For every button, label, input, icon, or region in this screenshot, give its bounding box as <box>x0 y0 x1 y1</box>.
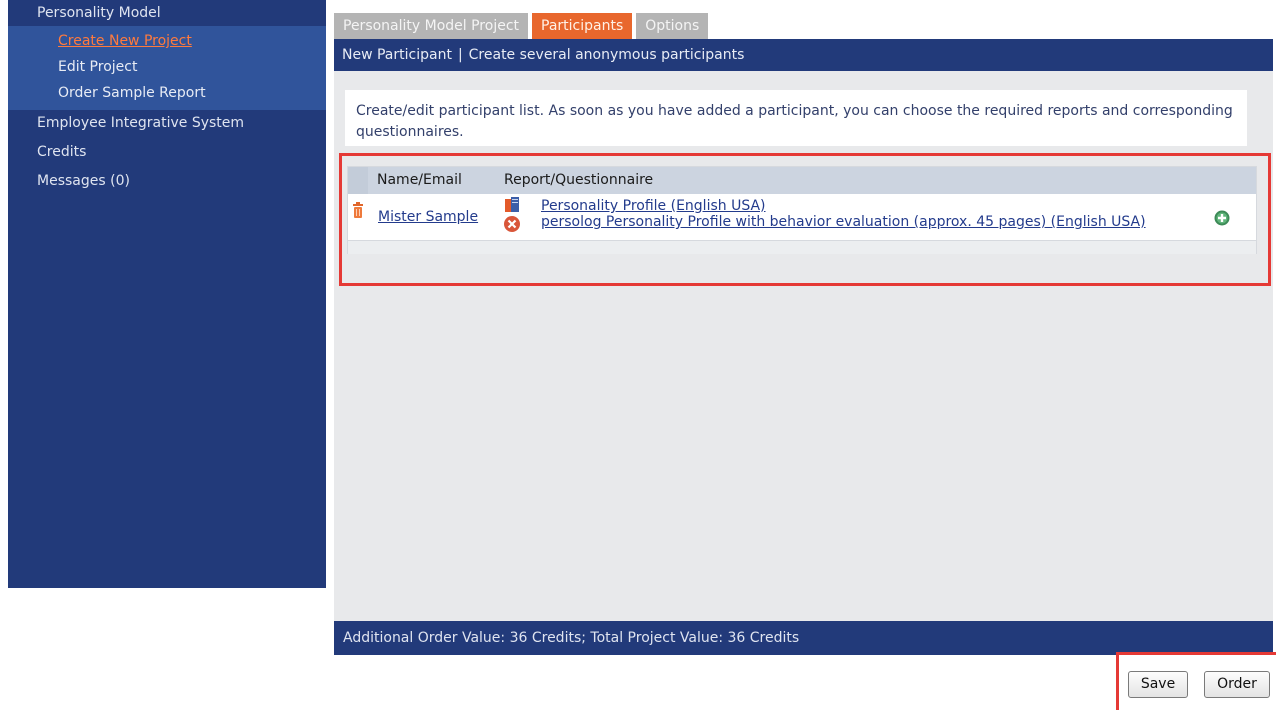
sidebar-item-label: Employee Integrative System <box>37 115 245 131</box>
participant-name-link[interactable]: Mister Sample <box>378 209 478 225</box>
new-participant-link[interactable]: New Participant <box>342 47 452 63</box>
tab-personality-model-project[interactable]: Personality Model Project <box>334 13 529 39</box>
participant-actions-bar: New Participant | Create several anonymous… <box>334 39 1273 71</box>
table-header: Name/Email Report/Questionnaire <box>348 167 1256 194</box>
sidebar-item-credits[interactable]: Credits <box>8 139 326 168</box>
report-link-persolog-profile[interactable]: persolog Personality Profile with behavi… <box>541 214 1146 230</box>
order-button[interactable]: Order <box>1204 671 1270 698</box>
sidebar-subgroup: Create New Project Edit Project Order Sa… <box>8 26 326 110</box>
sidebar-item-label: Personality Model <box>37 5 161 21</box>
tab-bar: Personality Model Project Participants O… <box>334 13 709 39</box>
report-link-personality-profile[interactable]: Personality Profile (English USA) <box>541 198 766 214</box>
sidebar-item-order-sample-report[interactable]: Order Sample Report <box>8 80 326 106</box>
save-button[interactable]: Save <box>1128 671 1188 698</box>
report-book-icon <box>505 197 519 212</box>
sidebar-item-label: Edit Project <box>58 59 138 75</box>
participants-content: New Participant | Create several anonymous… <box>334 39 1273 621</box>
sidebar-item-label: Order Sample Report <box>58 85 206 101</box>
sidebar-item-personality-model[interactable]: Personality Model <box>8 0 326 26</box>
separator: | <box>457 47 463 63</box>
table-footer-row <box>348 240 1256 254</box>
sidebar: Personality Model Create New Project Edi… <box>8 0 326 588</box>
sidebar-item-messages[interactable]: Messages (0) <box>8 168 326 197</box>
main-panel: Personality Model Project Participants O… <box>334 0 1273 710</box>
sidebar-item-create-new-project[interactable]: Create New Project <box>8 28 326 54</box>
table-header-spacer <box>348 167 368 194</box>
questionnaire-remove-icon[interactable] <box>503 215 521 233</box>
participants-table: Name/Email Report/Questionnaire Mister S… <box>347 166 1257 254</box>
trash-icon[interactable] <box>352 202 364 218</box>
add-report-icon[interactable] <box>1214 210 1230 226</box>
tab-options[interactable]: Options <box>636 13 709 39</box>
sidebar-item-edit-project[interactable]: Edit Project <box>8 54 326 80</box>
column-header-name-email: Name/Email <box>377 172 462 188</box>
table-row: Mister Sample Personality Profile (Engli… <box>348 194 1256 240</box>
sidebar-item-label: Messages (0) <box>37 173 130 189</box>
order-summary: Additional Order Value: 36 Credits; Tota… <box>334 621 1273 655</box>
info-text: Create/edit participant list. As soon as… <box>345 90 1247 146</box>
column-header-report-questionnaire: Report/Questionnaire <box>504 172 654 188</box>
sidebar-item-label: Credits <box>37 144 87 160</box>
sidebar-item-employee-integrative-system[interactable]: Employee Integrative System <box>8 110 326 139</box>
sidebar-item-label: Create New Project <box>58 33 192 49</box>
tab-participants[interactable]: Participants <box>532 13 633 39</box>
create-anonymous-participants-link[interactable]: Create several anonymous participants <box>469 47 745 63</box>
